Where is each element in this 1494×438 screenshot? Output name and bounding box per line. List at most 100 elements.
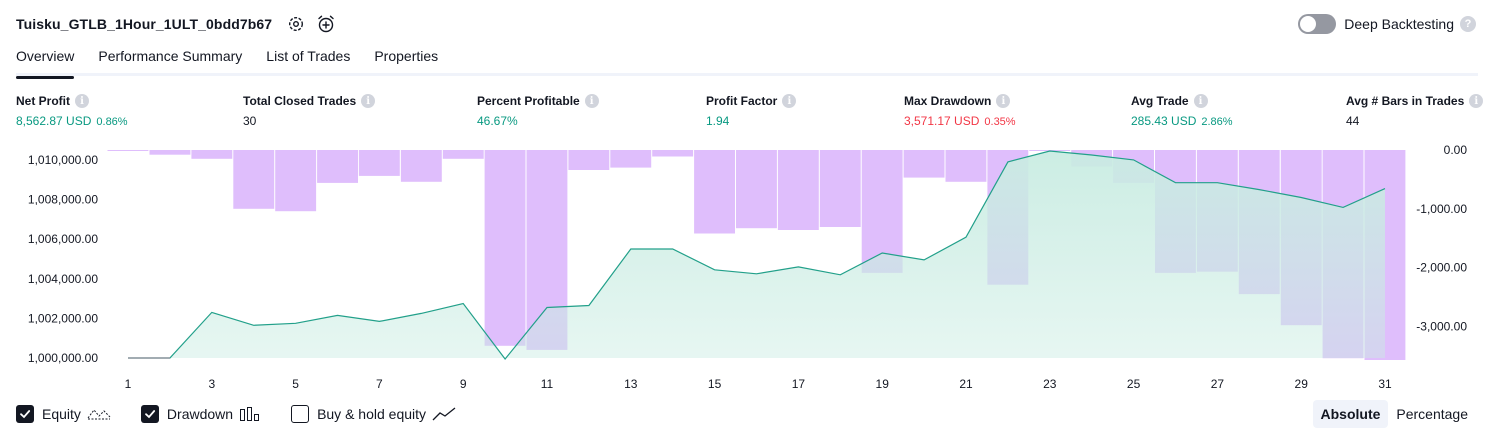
metric-value: 3,571.17 USD	[904, 114, 980, 128]
x-tick-label: 9	[460, 377, 467, 391]
info-icon[interactable]: i	[1193, 94, 1208, 108]
deep-backtesting-label: Deep Backtesting	[1344, 16, 1454, 32]
metric-label: Avg # Bars in Trades	[1346, 94, 1465, 108]
x-tick-label: 19	[876, 377, 890, 391]
buy-hold-checkbox[interactable]	[291, 405, 310, 423]
gear-icon[interactable]	[286, 14, 306, 34]
metric-avg-trade: Avg Trade i 285.43 USD 2.86%	[1131, 93, 1233, 128]
toggle-knob	[1300, 16, 1317, 32]
tab-performance-summary[interactable]: Performance Summary	[98, 48, 242, 76]
metric-label: Avg Trade	[1131, 94, 1189, 108]
metric-value: 46.67%	[477, 114, 518, 128]
y-left-tick-label: 1,000,000.00	[28, 351, 98, 365]
info-icon[interactable]: i	[782, 94, 797, 108]
info-icon[interactable]: i	[996, 94, 1011, 108]
drawdown-bar	[610, 150, 652, 168]
drawdown-bar	[317, 150, 358, 183]
drawdown-checkbox[interactable]	[140, 405, 159, 423]
info-icon[interactable]: i	[75, 94, 89, 108]
help-icon[interactable]: ?	[1460, 16, 1476, 32]
deep-backtesting-control: Deep Backtesting ?	[1298, 13, 1476, 35]
drawdown-bar	[903, 150, 945, 178]
x-tick-label: 13	[624, 377, 638, 391]
metric-avg-bars-in-trades: Avg # Bars in Trades i 44	[1346, 93, 1484, 128]
bar-chart-icon	[239, 406, 261, 422]
x-axis: 1 3 5 7 9 11 13 15 17 19 21 23 25 27 29 31	[125, 377, 1392, 391]
x-tick-label: 7	[376, 377, 383, 391]
absolute-button[interactable]: Absolute	[1312, 400, 1389, 428]
tab-list-of-trades[interactable]: List of Trades	[266, 48, 350, 76]
report-header: Tuisku_GTLB_1Hour_1ULT_0bdd7b67	[16, 12, 336, 36]
drawdown-bar	[107, 150, 149, 151]
equity-line-icon	[87, 406, 111, 422]
legend-equity[interactable]: Equity	[16, 405, 111, 423]
drawdown-bar	[819, 150, 861, 227]
drawdown-bar	[568, 150, 610, 170]
drawdown-bar	[149, 150, 191, 155]
equity-checkbox[interactable]	[16, 405, 34, 423]
x-tick-label: 25	[1127, 377, 1141, 391]
info-icon[interactable]: i	[361, 94, 376, 108]
metric-label: Max Drawdown	[904, 94, 992, 108]
x-tick-label: 31	[1378, 377, 1392, 391]
y-right-tick-label: -3,000.00	[1416, 319, 1467, 333]
drawdown-bar	[652, 150, 694, 157]
deep-backtesting-toggle[interactable]	[1298, 14, 1337, 34]
y-left-tick-label: 1,006,000.00	[28, 232, 98, 246]
legend-label: Equity	[42, 406, 81, 422]
drawdown-bar	[275, 150, 317, 212]
metric-max-drawdown: Max Drawdown i 3,571.17 USD 0.35%	[904, 93, 1016, 128]
x-tick-label: 17	[792, 377, 806, 391]
info-icon[interactable]: i	[584, 94, 599, 108]
legend-label: Buy & hold equity	[317, 406, 427, 422]
report-tabs: Overview Performance Summary List of Tra…	[16, 48, 1478, 79]
scale-mode-switch: Absolute Percentage	[1312, 400, 1477, 428]
y-right-tick-label: -1,000.00	[1416, 202, 1467, 216]
y-right-tick-label: -2,000.00	[1416, 261, 1467, 275]
tab-overview[interactable]: Overview	[16, 48, 75, 79]
x-tick-label: 5	[292, 377, 299, 391]
x-tick-label: 27	[1211, 377, 1225, 391]
trend-line-icon	[432, 406, 456, 422]
y-left-tick-label: 1,010,000.00	[28, 153, 98, 167]
metric-net-profit: Net Profit i 8,562.87 USD 0.86%	[16, 93, 128, 128]
x-tick-label: 15	[708, 377, 722, 391]
y-left-tick-label: 1,008,000.00	[28, 193, 98, 207]
metric-percent: 0.35%	[984, 116, 1016, 128]
drawdown-bar	[400, 150, 442, 182]
metric-label: Total Closed Trades	[243, 94, 357, 108]
metric-percent-profitable: Percent Profitable i 46.67%	[477, 93, 599, 128]
y-axis-right: 0.00 -1,000.00 -2,000.00 -3,000.00	[1416, 143, 1467, 333]
legend-label: Drawdown	[166, 406, 234, 422]
drawdown-bar	[736, 150, 777, 229]
metric-label: Profit Factor	[706, 94, 778, 108]
drawdown-bar	[484, 150, 526, 346]
drawdown-bar	[358, 150, 400, 176]
y-right-tick-label: 0.00	[1444, 143, 1468, 157]
metric-value: 8,562.87 USD	[16, 114, 92, 128]
x-tick-label: 23	[1043, 377, 1057, 391]
strategy-title: Tuisku_GTLB_1Hour_1ULT_0bdd7b67	[16, 16, 273, 32]
drawdown-bar	[945, 150, 987, 182]
legend-drawdown[interactable]: Drawdown	[140, 405, 261, 423]
equity-drawdown-chart[interactable]: 1 3 5 7 9 11 13 15 17 19 21 23 25 27 29 31 1,000,000.00…	[0, 140, 1494, 398]
x-tick-label: 1	[125, 377, 132, 391]
metric-value: 30	[243, 114, 257, 128]
metric-percent: 2.86%	[1201, 116, 1233, 128]
drawdown-bar	[191, 150, 233, 159]
info-icon[interactable]: i	[1469, 94, 1484, 108]
y-left-tick-label: 1,004,000.00	[28, 272, 98, 286]
alarm-add-icon[interactable]	[316, 14, 336, 34]
percentage-button[interactable]: Percentage	[1388, 400, 1476, 428]
drawdown-bar	[442, 150, 484, 159]
x-tick-label: 29	[1295, 377, 1309, 391]
drawdown-bar	[777, 150, 819, 230]
metric-value: 1.94	[706, 114, 730, 128]
tab-properties[interactable]: Properties	[374, 48, 438, 76]
y-left-tick-label: 1,002,000.00	[28, 311, 98, 325]
legend-buy-hold-equity[interactable]: Buy & hold equity	[291, 405, 456, 423]
y-axis-left: 1,000,000.00 1,002,000.00 1,004,000.00 1,00…	[28, 153, 98, 365]
metric-profit-factor: Profit Factor i 1.94	[706, 93, 797, 128]
chart-legend: Equity Drawdown Buy & hold equity	[16, 404, 486, 424]
metric-value: 44	[1346, 114, 1360, 128]
